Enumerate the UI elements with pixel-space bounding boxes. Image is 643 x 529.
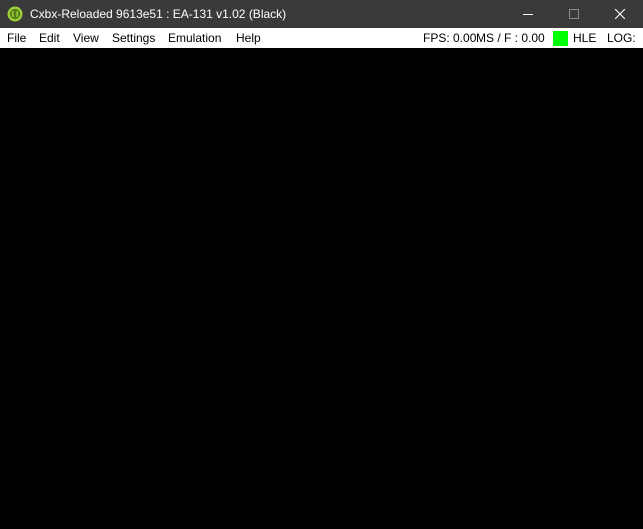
close-button[interactable] [597,0,643,28]
hle-mode-label: HLE [573,31,597,45]
close-icon [615,9,625,19]
xbox-green-icon[interactable] [6,0,24,28]
menu-settings[interactable]: Settings [112,28,155,48]
hle-status-indicator [553,31,568,46]
emulator-render-area[interactable] [0,48,643,529]
ms-per-frame-readout: MS / F : 0.00 [476,31,545,45]
fps-readout: FPS: 0.00 [423,31,477,45]
maximize-icon [569,9,579,19]
log-label[interactable]: LOG: [607,28,636,48]
menu-file[interactable]: File [7,28,26,48]
menu-edit[interactable]: Edit [39,28,60,48]
menu-bar: File Edit View Settings Emulation Help F… [0,28,643,48]
caption-buttons [505,0,643,28]
menu-emulation[interactable]: Emulation [168,28,221,48]
emulator-window: Cxbx-Reloaded 9613e51 : EA-131 v1.02 (Bl… [0,0,643,529]
window-title: Cxbx-Reloaded 9613e51 : EA-131 v1.02 (Bl… [30,7,287,21]
menu-help[interactable]: Help [236,28,261,48]
minimize-icon [523,14,533,15]
menu-view[interactable]: View [73,28,99,48]
title-bar[interactable]: Cxbx-Reloaded 9613e51 : EA-131 v1.02 (Bl… [0,0,643,28]
maximize-button[interactable] [551,0,597,28]
minimize-button[interactable] [505,0,551,28]
